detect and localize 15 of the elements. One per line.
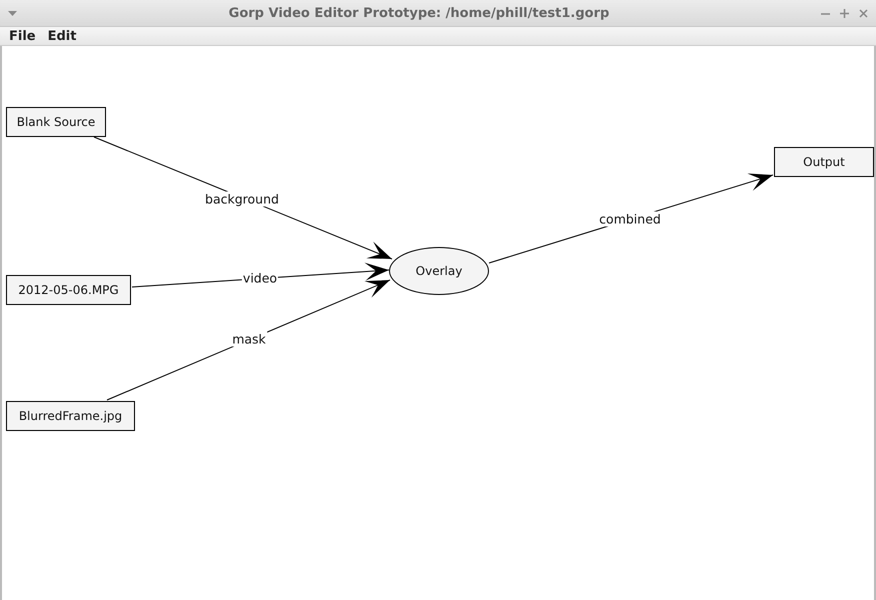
dropdown-icon[interactable] — [8, 10, 17, 16]
edge-label: video — [242, 270, 278, 286]
ellipse-node[interactable]: Overlay — [389, 247, 489, 295]
box-node[interactable]: Blank Source — [6, 107, 106, 137]
menu-item[interactable]: Edit — [48, 28, 76, 44]
edge-label: background — [204, 192, 280, 206]
window-title: Gorp Video Editor Prototype: /home/phill/test1.gorp — [228, 6, 610, 20]
box-node[interactable]: BlurredFrame.jpg — [6, 401, 135, 431]
edge-label: combined — [598, 212, 662, 226]
maximize-icon[interactable] — [840, 8, 849, 18]
menu-item[interactable]: File — [9, 28, 36, 44]
edge-label: mask — [231, 332, 267, 346]
box-node[interactable]: Output — [774, 147, 874, 177]
box-node[interactable]: 2012-05-06.MPG — [6, 275, 131, 305]
close-icon[interactable] — [859, 8, 868, 18]
